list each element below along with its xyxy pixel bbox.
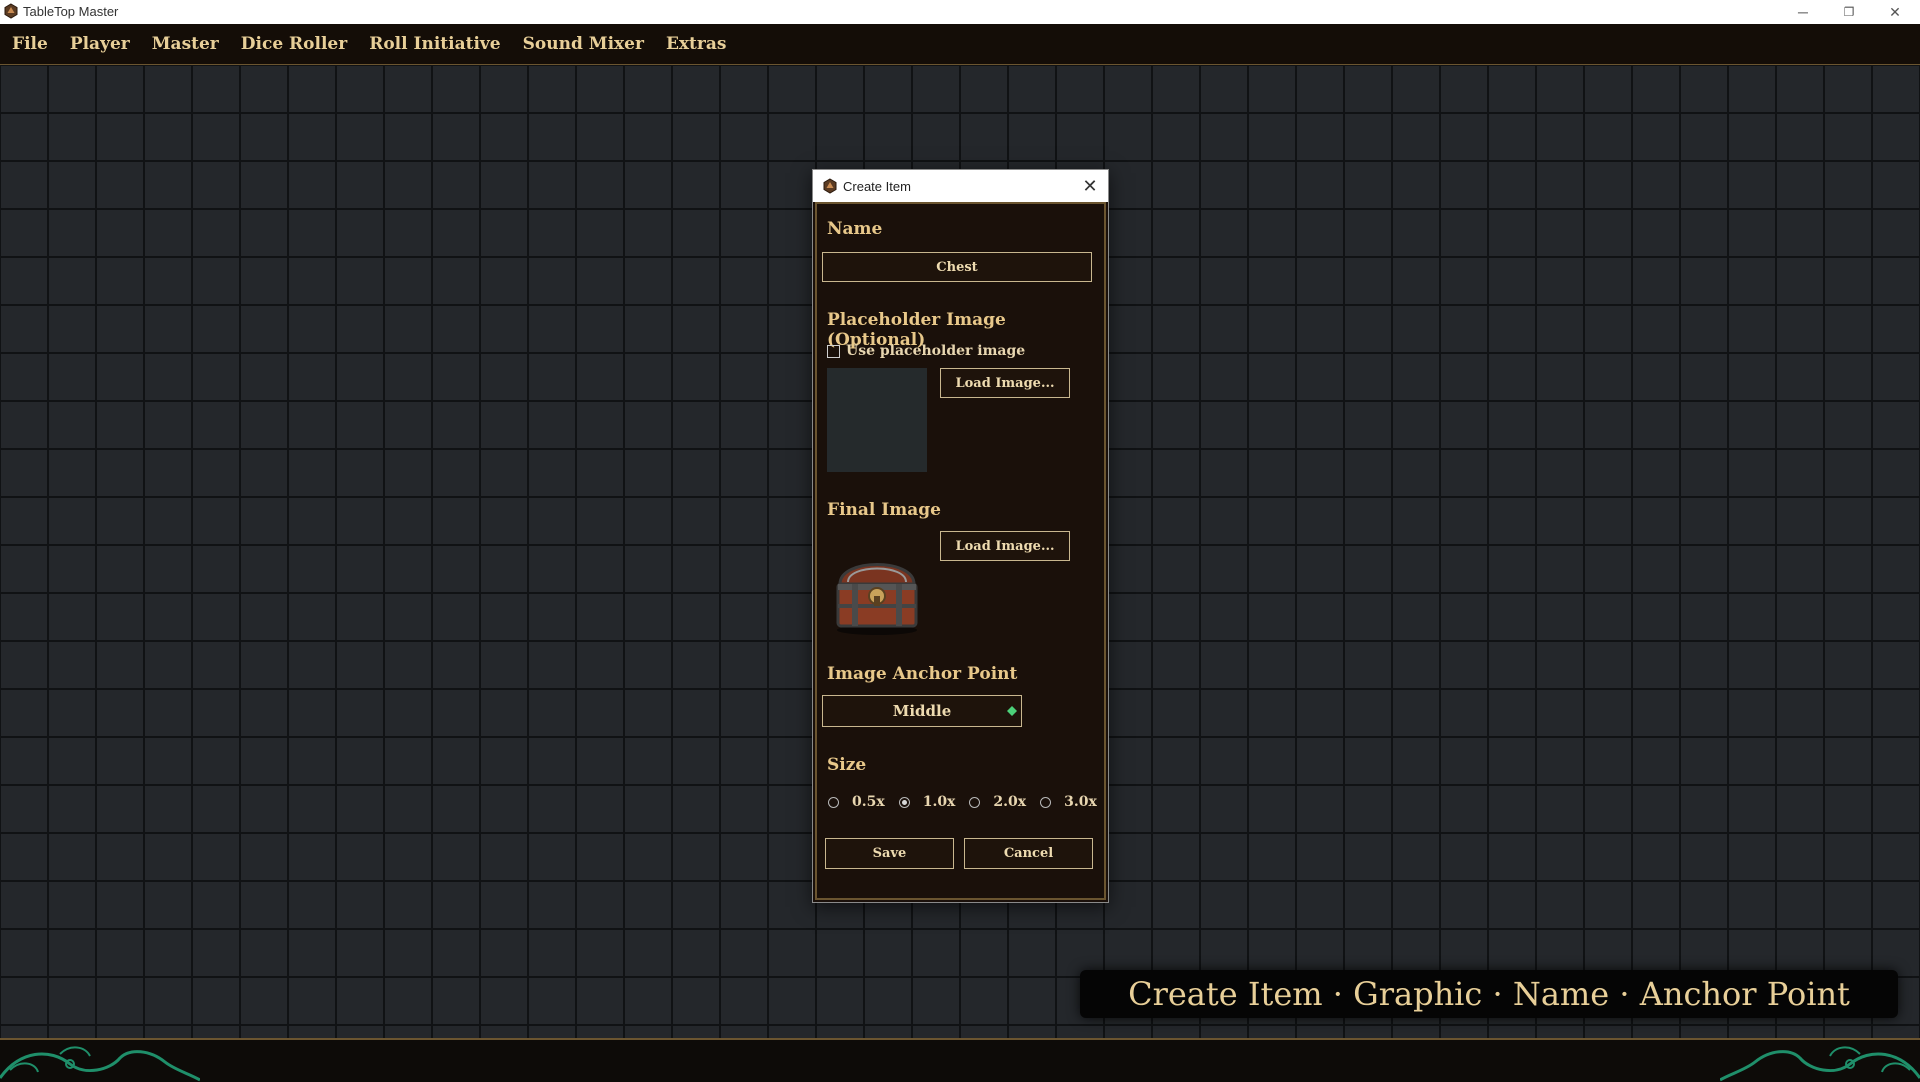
size-label-1-0x: 1.0x (922, 794, 956, 810)
anchor-point-label: Image Anchor Point (827, 664, 1018, 684)
size-radio-1-0x[interactable] (898, 796, 910, 808)
size-label-3-0x: 3.0x (1064, 794, 1097, 810)
name-label: Name (827, 219, 883, 239)
size-radio-group: 0.5x 1.0x 2.0x 3.0x (828, 794, 1111, 810)
app-titlebar: TableTop Master ─ ❐ ✕ (0, 0, 1920, 25)
use-placeholder-checkbox[interactable] (827, 345, 840, 358)
treasure-chest-image (836, 563, 918, 635)
anchor-point-value: Middle (892, 702, 952, 720)
size-radio-2-0x[interactable] (969, 796, 981, 808)
d20-app-icon (4, 3, 18, 19)
tutorial-caption: Create Item · Graphic · Name · Anchor Po… (1080, 970, 1898, 1018)
close-window-button[interactable]: ✕ (1872, 0, 1918, 24)
d20-dialog-icon (823, 178, 837, 194)
menu-bar: File Player Master Dice Roller Roll Init… (0, 24, 1920, 65)
menu-dice-roller[interactable]: Dice Roller (230, 34, 358, 54)
anchor-point-select[interactable]: Middle (822, 695, 1022, 727)
menu-master[interactable]: Master (141, 34, 230, 54)
right-vine-ornament-icon (1720, 1046, 1920, 1082)
final-image-label: Final Image (827, 500, 941, 520)
dialog-title: Create Item (843, 179, 911, 194)
diamond-arrow-icon (1007, 706, 1017, 716)
menu-file[interactable]: File (0, 34, 59, 54)
dialog-titlebar: Create Item ✕ (813, 170, 1108, 202)
dialog-close-button[interactable]: ✕ (1078, 174, 1102, 198)
menu-roll-initiative[interactable]: Roll Initiative (358, 34, 511, 54)
size-label: Size (827, 755, 867, 775)
cancel-button[interactable]: Cancel (964, 838, 1093, 869)
app-title: TableTop Master (23, 4, 119, 19)
minimize-button[interactable]: ─ (1780, 0, 1826, 24)
menu-extras[interactable]: Extras (655, 34, 738, 54)
footer-ornament (0, 1038, 1920, 1082)
menu-player[interactable]: Player (59, 34, 141, 54)
use-placeholder-label: Use placeholder image (846, 343, 1026, 359)
placeholder-image-preview (827, 368, 927, 472)
restore-button[interactable]: ❐ (1826, 0, 1872, 24)
menu-sound-mixer[interactable]: Sound Mixer (512, 34, 655, 54)
save-button[interactable]: Save (825, 838, 954, 869)
size-radio-3-0x[interactable] (1040, 796, 1052, 808)
left-vine-ornament-icon (0, 1046, 200, 1082)
size-radio-0-5x[interactable] (828, 796, 839, 808)
load-final-image-button[interactable]: Load Image... (940, 531, 1070, 561)
size-label-0-5x: 0.5x (852, 794, 885, 810)
name-input[interactable] (822, 252, 1092, 282)
size-label-2-0x: 2.0x (993, 794, 1027, 810)
load-placeholder-image-button[interactable]: Load Image... (940, 368, 1070, 398)
